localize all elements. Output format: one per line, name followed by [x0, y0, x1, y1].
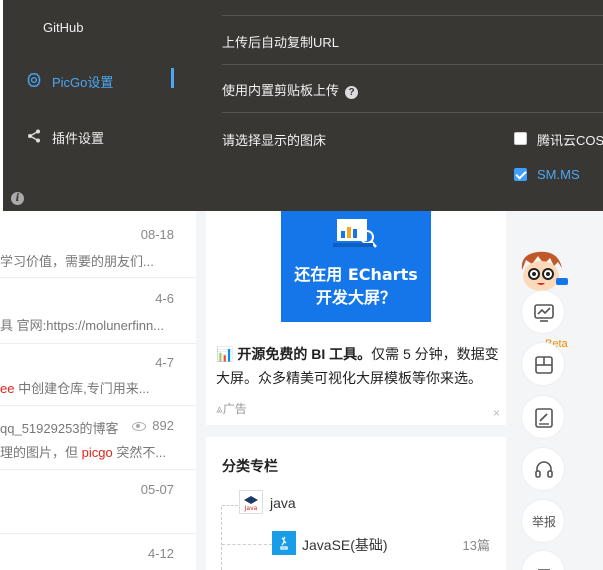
write-button[interactable]: [521, 395, 565, 439]
ad-close-icon[interactable]: ×: [493, 406, 500, 420]
category-java[interactable]: java: [270, 495, 296, 511]
ad-headline-1: 还在用 ECharts: [294, 265, 418, 284]
active-indicator: [171, 68, 174, 88]
picgo-settings-window: GitHub PicGo设置 插件设置 i 上传后自动复制URL 使用内置剪贴板…: [3, 0, 603, 211]
sidebar-item-label: 插件设置: [52, 131, 105, 146]
sidebar-item-label: PicGo设置: [52, 75, 114, 90]
category-javase[interactable]: JavaSE(基础): [302, 535, 388, 555]
setting-label: 使用内置剪贴板上传: [222, 83, 340, 98]
list-item[interactable]: 4-6 具 官网:https://molunerfinn...: [0, 278, 196, 344]
post-date: 05-07: [140, 482, 174, 497]
post-date: 4-12: [147, 546, 174, 561]
category-column: 分类专栏 Java java JavaSE(基础) 13篇: [206, 437, 506, 570]
post-author[interactable]: qq_51929253的博客: [0, 418, 130, 437]
column-title: 分类专栏: [222, 458, 278, 474]
more-tool-button[interactable]: [521, 550, 565, 570]
list-icon: [538, 569, 550, 570]
setting-auto-copy-url[interactable]: 上传后自动复制URL: [222, 32, 603, 51]
data-dashboard-button[interactable]: [521, 290, 565, 334]
report-button[interactable]: 举报: [521, 499, 565, 543]
checkbox-tencent-cos[interactable]: [514, 132, 527, 145]
ad-banner[interactable]: 还在用 ECharts 开发大屏？: [281, 205, 431, 322]
list-item[interactable]: 4-12: [0, 534, 196, 570]
post-date: 4-7: [155, 355, 174, 370]
sidebar-item-label: GitHub: [43, 20, 84, 35]
checkbox-label-tencent-cos[interactable]: 腾讯云COS: [537, 130, 603, 149]
divider: [222, 15, 603, 16]
checkbox-label-smms[interactable]: SM.MS: [537, 167, 580, 182]
sidebar-item-github[interactable]: GitHub: [3, 8, 193, 48]
checkbox-smms[interactable]: [514, 168, 527, 181]
ad-headline-2: 开发大屏？: [315, 288, 396, 307]
share-icon: [28, 129, 40, 143]
view-count: 892: [132, 418, 174, 433]
java-category-icon: Java: [239, 490, 263, 514]
eye-icon: [132, 422, 147, 432]
info-icon[interactable]: i: [11, 192, 24, 205]
help-icon[interactable]: ?: [345, 86, 359, 99]
ad-label: ⩓广告: [216, 402, 247, 416]
divider: [222, 112, 603, 113]
post-snippet: 学习价值，需要的朋友们...: [0, 254, 154, 269]
ad-description[interactable]: 📊 开源免费的 BI 工具。仅需 5 分钟，数据变大屏。众多精美可视化大屏模板等…: [216, 342, 501, 390]
list-item[interactable]: 4-7 ee 中创建仓库,专门用来...: [0, 344, 196, 406]
screen-split-icon: [535, 356, 553, 374]
post-snippet: 具 官网:https://molunerfinn...: [0, 318, 165, 333]
headset-icon: [535, 461, 553, 478]
dashboard-illustration-icon: [333, 219, 377, 248]
customer-service-button[interactable]: [521, 447, 565, 491]
monitor-chart-icon: [534, 304, 554, 322]
svg-text:Java: Java: [244, 505, 258, 512]
sidebar-item-picgo-settings[interactable]: PicGo设置: [3, 60, 193, 100]
post-snippet: ee 中创建仓库,专门用来...: [0, 381, 150, 396]
report-label: 举报: [531, 515, 556, 529]
list-item[interactable]: 08-18 学习价值，需要的朋友们...: [0, 212, 196, 278]
article-count: 13篇: [462, 538, 490, 553]
beta-feature-button[interactable]: [521, 342, 565, 386]
setting-label: 请选择显示的图床: [222, 133, 327, 148]
post-snippet: 理的图片，但 picgo 突然不...: [0, 445, 167, 460]
post-date: 4-6: [155, 291, 174, 306]
sidebar-item-plugin-settings[interactable]: 插件设置: [3, 116, 193, 156]
post-date: 08-18: [140, 227, 174, 242]
javase-category-icon: [272, 531, 296, 555]
edit-note-icon: [535, 408, 553, 428]
list-item[interactable]: 05-07: [0, 470, 196, 534]
list-item[interactable]: qq_51929253的博客 892 理的图片，但 picgo 突然不...: [0, 406, 196, 470]
setting-label: 上传后自动复制URL: [222, 35, 340, 50]
setting-clipboard-upload[interactable]: 使用内置剪贴板上传?: [222, 80, 603, 99]
divider: [222, 64, 603, 65]
gear-icon: [27, 72, 41, 88]
